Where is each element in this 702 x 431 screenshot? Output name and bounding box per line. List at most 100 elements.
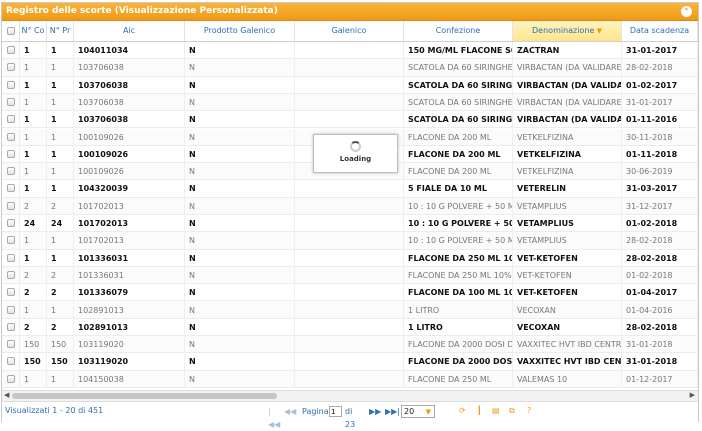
cell-den: VIRBACTAN (DA VALIDARE: NC [513,59,622,77]
cell-np: 150 [47,336,74,354]
cell-pg: N [185,370,295,388]
cell-gal [295,111,404,129]
scroll-left-icon[interactable]: ◀ [4,391,9,399]
table-row[interactable]: 11104011034N150 MG/ML FLACONE SOLUZIONEZ… [2,42,698,60]
row-checkbox[interactable] [7,63,15,72]
column-header-scadenza[interactable]: Data scadenza [622,21,698,41]
table-row[interactable]: 1 1 102891013 N 1 LITRO VECOXAN 01-04-2016 [2,301,698,319]
row-checkbox[interactable] [7,305,15,314]
table-row[interactable]: 1 1 101336031 N FLACONE DA 250 ML 10% VET-KET… [2,249,698,267]
column-header-np[interactable]: N° Pr [47,21,74,41]
export-icon[interactable]: ▤ [492,406,500,415]
cell-np: 1 [47,163,74,181]
horizontal-scrollbar[interactable]: ◀ ▶ [2,390,698,401]
table-row[interactable]: 1 1 103706038 N SCATOLA DA 60 SIRINGHE VIRBAC… [2,59,698,77]
cell-gal [295,266,404,284]
row-checkbox[interactable] [7,167,15,176]
column-header-aic[interactable]: Aic [74,21,185,41]
row-checkbox[interactable] [7,357,15,366]
cell-gal [295,42,404,59]
cell-pg: N [185,266,295,284]
row-checkbox[interactable] [7,288,15,297]
first-page-icon[interactable]: |◀◀ [268,405,280,431]
row-checkbox[interactable] [7,184,15,193]
copy-icon[interactable]: ⧉ [509,406,515,416]
cell-pg: N [185,59,295,77]
cell-pg: N [185,336,295,354]
column-header-denominazione[interactable]: Denominazione ▼ [513,21,622,41]
table-row[interactable]: 1 1 104150038 N FLACONE DA 250 ML VALEMAS 10 0… [2,370,698,388]
scrollbar-thumb[interactable] [12,393,277,399]
column-header-galenico[interactable]: Galenico [295,21,404,41]
cell-pg: N [185,301,295,319]
cell-conf: SCATOLA DA 60 SIRINGHE [404,76,513,94]
cell-pg: N [185,145,295,163]
scroll-right-icon[interactable]: ▶ [690,391,695,399]
cell-nc: 2 [20,284,47,302]
row-checkbox[interactable] [7,322,15,331]
column-header-nc[interactable]: N° Co [20,21,47,41]
row-checkbox[interactable] [7,340,15,349]
cell-aic: 100109026 [74,145,185,163]
cell-nc: 1 [20,163,47,181]
row-checkbox[interactable] [7,46,15,54]
row-checkbox[interactable] [7,97,15,106]
cell-scad: 31-03-2017 [622,180,698,198]
row-checkbox[interactable] [7,80,15,89]
table-row[interactable]: 1 1 104320039 N 5 FIALE DA 10 ML VETERELIN 31-… [2,180,698,198]
row-checkbox[interactable] [7,149,15,158]
page-number-input[interactable] [329,406,342,417]
prev-page-icon[interactable]: ◀◀ [284,405,296,418]
table-row[interactable]: 150150103119020NFLACONE DA 2000 DOSI DI … [2,353,698,371]
row-select-cell [2,284,20,302]
row-select-cell [2,336,20,354]
row-checkbox[interactable] [7,132,15,141]
table-row[interactable]: 1 1 103706038 N SCATOLA DA 60 SIRINGHE VIRBAC… [2,76,698,94]
cell-scad: 01-04-2017 [622,284,698,302]
table-row[interactable]: 150150103119020NFLACONE DA 2000 DOSI DI … [2,336,698,354]
collapse-icon[interactable]: ⌃ [681,6,692,17]
cell-gal [295,180,404,198]
table-row[interactable]: 2 2 102891013 N 1 LITRO VECOXAN 28-02-2018 [2,318,698,337]
cell-den: VECOXAN [513,301,622,319]
table-row[interactable]: 2424101702013N10 : 10 G POLVERE + 50 ML … [2,215,698,233]
help-icon[interactable]: ? [527,406,531,415]
row-checkbox[interactable] [7,219,15,227]
cell-pg: N [185,249,295,267]
cell-nc: 1 [20,370,47,388]
sort-desc-icon: ▼ [594,27,602,35]
row-checkbox[interactable] [7,253,15,262]
cell-den: ZACTRAN [513,42,622,59]
cell-nc: 1 [20,301,47,319]
page-label: Pagina [302,407,329,416]
row-select-cell [2,197,20,215]
row-checkbox[interactable] [7,236,15,245]
table-row[interactable]: 2 2 101336031 N FLACONE DA 250 ML 10% VET-KET… [2,266,698,285]
cell-conf: 10 : 10 G POLVERE + 50 ML AC [404,197,513,215]
select-all-checkbox[interactable] [7,27,15,35]
cell-np: 1 [47,180,74,198]
table-row[interactable]: 11101702013N10 : 10 G POLVERE + 50 ML AC… [2,232,698,250]
cell-gal [295,353,404,371]
column-header-prodotto-galenico[interactable]: Prodotto Galenico [185,21,295,41]
cell-conf: SCATOLA DA 60 SIRINGHE [404,59,513,77]
column-header-sel[interactable] [2,21,20,41]
column-header-confezione[interactable]: Confezione [404,21,513,41]
cell-aic: 104011034 [74,42,185,59]
table-row[interactable]: 22101702013N10 : 10 G POLVERE + 50 ML AC… [2,197,698,215]
cell-gal [295,76,404,94]
row-checkbox[interactable] [7,374,15,383]
next-page-icon[interactable]: ▶▶ [369,405,381,418]
refresh-icon[interactable]: ⟳ [459,406,466,415]
row-checkbox[interactable] [7,270,15,279]
table-row[interactable]: 1 1 103706038 N SCATOLA DA 60 SIRINGHE VIRBAC… [2,93,698,112]
last-page-icon[interactable]: ▶▶| [385,405,400,418]
columns-icon[interactable]: ┃ [477,406,482,415]
table-row[interactable]: 2 2 101336079 N FLACONE DA 100 ML 10% VET-KET… [2,284,698,302]
page-size-select[interactable]: 20 ▼ [401,405,435,418]
row-checkbox[interactable] [7,201,15,210]
table-row[interactable]: 1 1 103706038 N SCATOLA DA 60 SIRINGHE VIRBAC… [2,111,698,129]
column-header-label: Aic [122,26,136,35]
cell-nc: 1 [20,93,47,111]
row-checkbox[interactable] [7,115,15,124]
